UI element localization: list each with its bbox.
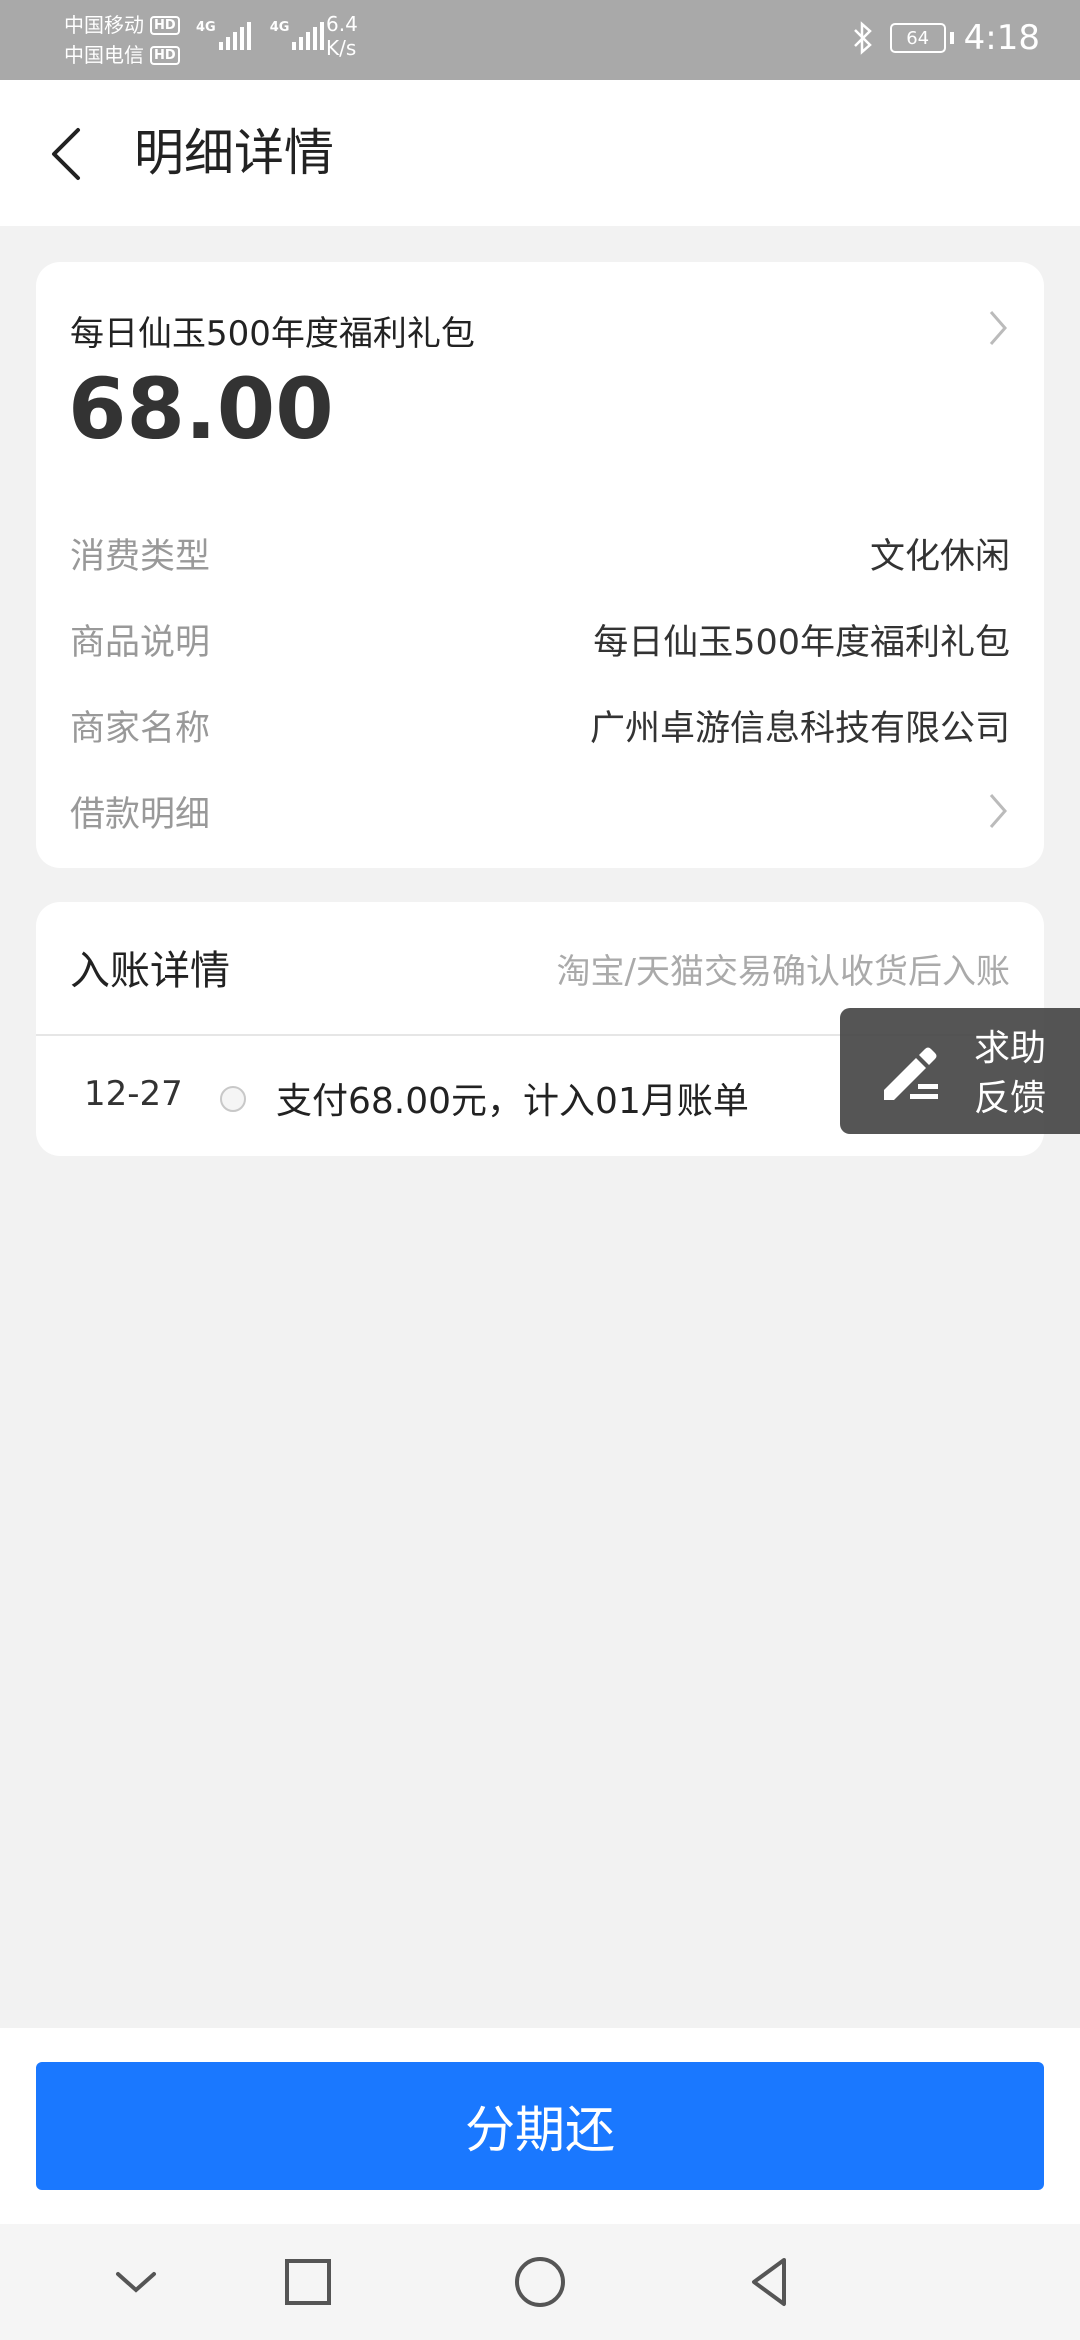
detail-row-product-description: 商品说明 每日仙玉500年度福利礼包 <box>70 614 1010 664</box>
status-bar: 中国移动 HD 中国电信 HD 4G 4G 6.4 K/s 64 4:18 <box>0 0 1080 80</box>
feedback-label: 求助 反馈 <box>974 1024 1046 1124</box>
row-label: 消费类型 <box>70 536 211 577</box>
circle-icon[interactable] <box>510 2252 570 2312</box>
signal-indicators: 4G 4G <box>196 20 343 50</box>
system-nav-bar <box>0 2224 1080 2340</box>
square-icon[interactable] <box>278 2252 338 2312</box>
clock: 4:18 <box>963 18 1040 58</box>
entry-text: 支付68.00元，计入01月账单 <box>276 1081 749 1122</box>
entry-date: 12-27 <box>84 1074 183 1114</box>
pen-icon <box>884 1047 938 1100</box>
title-bar: 明细详情 <box>0 80 1080 226</box>
installment-repay-button[interactable]: 分期还 <box>36 2062 1044 2190</box>
bluetooth-icon <box>853 21 872 55</box>
triangle-back-icon[interactable] <box>740 2252 800 2312</box>
network-type: 4G <box>269 20 290 35</box>
detail-row-consumption-type: 消费类型 文化休闲 <box>70 528 1010 578</box>
carrier-2: 中国电信 <box>64 43 144 67</box>
feedback-button[interactable]: 求助 反馈 <box>840 1008 1080 1134</box>
bottom-action-area: 分期还 <box>0 2028 1080 2224</box>
row-label: 商品说明 <box>70 622 211 663</box>
carrier-1: 中国移动 <box>64 13 144 37</box>
row-value: 文化休闲 <box>869 536 1010 577</box>
row-label: 商家名称 <box>70 708 211 749</box>
chevron-down-icon[interactable] <box>106 2252 166 2312</box>
chevron-right-icon <box>989 794 1007 828</box>
detail-card: 每日仙玉500年度福利礼包 68.00 消费类型 文化休闲 商品说明 每日仙玉5… <box>36 262 1044 868</box>
detail-row-loan-details[interactable]: 借款明细 <box>70 786 1010 836</box>
feedback-line-1: 求助 <box>974 1028 1047 1069</box>
speed-unit: K/s <box>326 36 357 60</box>
entry-title: 入账详情 <box>70 948 230 994</box>
network-type: 4G <box>196 20 216 35</box>
amount: 68.00 <box>68 360 334 458</box>
entry-note: 淘宝/天猫交易确认收货后入账 <box>556 952 1010 992</box>
chevron-right-icon[interactable] <box>986 308 1010 348</box>
row-value: 广州卓游信息科技有限公司 <box>589 708 1010 749</box>
battery-icon: 64 <box>889 23 946 53</box>
detail-row-merchant-name: 商家名称 广州卓游信息科技有限公司 <box>70 700 1010 750</box>
product-name[interactable]: 每日仙玉500年度福利礼包 <box>70 306 475 355</box>
signal-icon: 4G <box>270 20 328 50</box>
speed-value: 6.4 <box>326 12 358 36</box>
row-label: 借款明细 <box>70 794 211 835</box>
battery-level: 64 <box>906 27 930 49</box>
signal-icon: 4G <box>196 20 254 50</box>
status-right: 64 4:18 <box>852 18 1040 58</box>
hd-badge: HD <box>150 15 180 35</box>
timeline-dot <box>220 1086 246 1112</box>
network-speed: 6.4 K/s <box>326 12 358 60</box>
page-title: 明细详情 <box>134 124 334 182</box>
hd-badge: HD <box>150 45 180 65</box>
feedback-line-2: 反馈 <box>974 1078 1047 1119</box>
carrier-info: 中国移动 HD 中国电信 HD <box>64 10 180 70</box>
back-arrow-icon[interactable] <box>44 124 92 184</box>
row-value: 每日仙玉500年度福利礼包 <box>593 622 1010 663</box>
